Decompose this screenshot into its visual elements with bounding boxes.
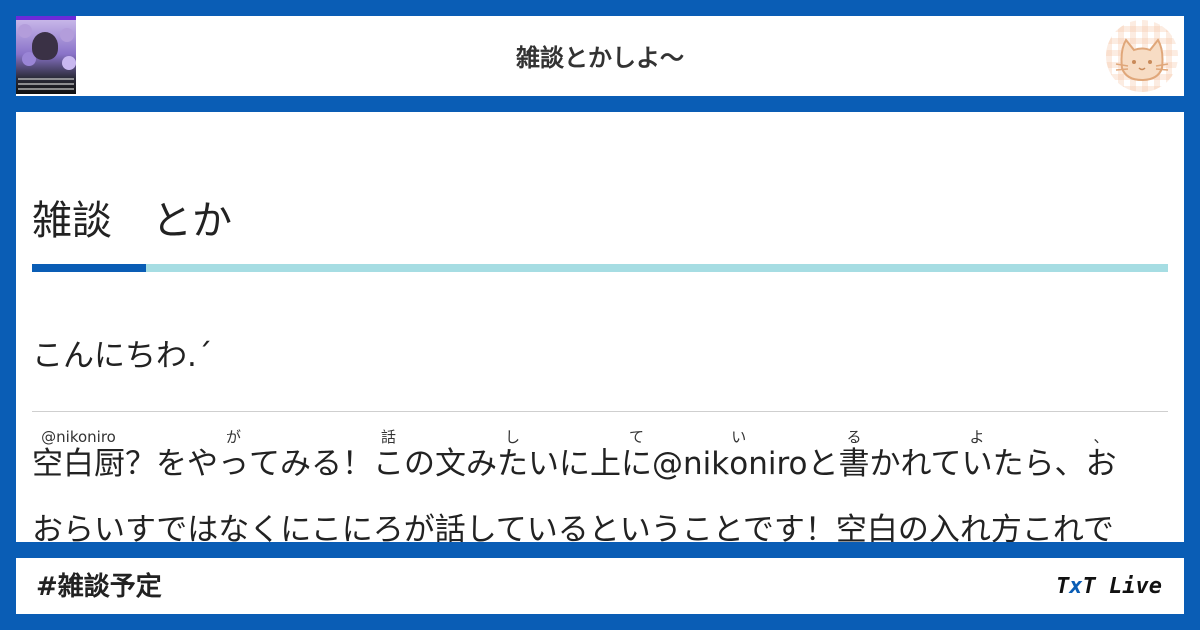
ruby-annotation: @nikoniro	[32, 428, 125, 446]
body-segment: こ話	[373, 428, 404, 482]
brand-logo[interactable]: TxT Live	[1056, 558, 1162, 616]
post-card: 雑談 とか こんにちわ.ˊ 空白厨@nikoniro？をやっがてみる！こ話の文み…	[16, 112, 1184, 542]
body-segment: っが	[218, 428, 249, 482]
body-segment: いよ	[961, 428, 993, 482]
body-segment: niroと	[748, 446, 839, 482]
body-segment: たし	[497, 428, 528, 482]
body-segment: てみる！	[249, 446, 373, 482]
title-underline	[32, 264, 1168, 272]
ruby-annotation: よ	[961, 428, 993, 446]
hashtag-link[interactable]: #雑談予定	[36, 558, 162, 616]
ruby-annotation: い	[729, 428, 749, 446]
body-segment: 空白厨@nikoniro	[32, 428, 125, 482]
post-body: 空白厨@nikoniro？をやっがてみる！こ話の文みたしいに上にて@nikoいn…	[32, 428, 1172, 542]
ruby-annotation: し	[497, 428, 528, 446]
body-segment: にて	[621, 428, 652, 482]
body-segment: @nik	[652, 446, 730, 482]
divider	[32, 411, 1168, 412]
body-segment: の文み	[404, 446, 497, 482]
header-bar: 雑談とかしよ〜	[16, 16, 1184, 96]
body-segment: いに上	[528, 446, 621, 482]
body-segment: たら、	[992, 446, 1086, 482]
post-title: 雑談 とか	[32, 198, 232, 244]
page-title: 雑談とかしよ〜	[516, 44, 684, 72]
body-segment: かれて	[869, 446, 962, 482]
ruby-annotation: 話	[373, 428, 404, 446]
brand-text-start: T	[1056, 574, 1070, 599]
title-underline-accent	[32, 264, 146, 272]
ruby-annotation: が	[218, 428, 249, 446]
body-segment: 書る	[838, 428, 870, 482]
body-segment: ？をや	[125, 446, 218, 482]
body-segment: oい	[729, 428, 749, 482]
ruby-annotation: て	[621, 428, 652, 446]
footer-bar: #雑談予定 TxT Live	[16, 558, 1184, 614]
brand-text-end: T Live	[1082, 574, 1162, 599]
ruby-annotation: 、	[1085, 428, 1117, 446]
body-line-1: 空白厨@nikoniro？をやっがてみる！こ話の文みたしいに上にて@nikoいn…	[32, 428, 1172, 497]
body-line-2: おらいすではなくにこにろが話しているということです！空白の入れ方これで	[32, 512, 1114, 542]
cat-face-icon[interactable]	[1106, 20, 1178, 92]
brand-text-x: x	[1069, 574, 1083, 599]
ruby-annotation: る	[838, 428, 870, 446]
body-segment: お、	[1085, 428, 1117, 482]
greeting-text: こんにちわ.ˊ	[32, 338, 213, 374]
